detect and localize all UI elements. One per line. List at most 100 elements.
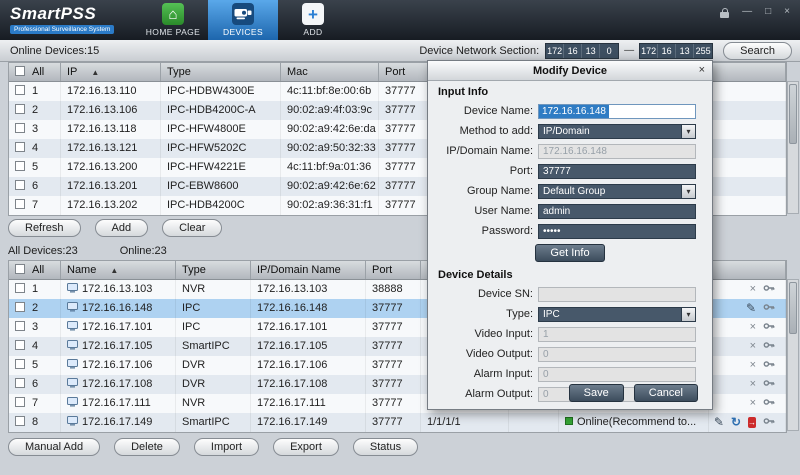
- row-checkbox[interactable]: [15, 104, 25, 114]
- key-icon[interactable]: [763, 358, 775, 373]
- header-select-all[interactable]: All: [9, 63, 61, 81]
- online-status-icon: [565, 417, 573, 425]
- device-name-input[interactable]: 172.16.16.148: [538, 104, 696, 119]
- ip-octet-input[interactable]: 172: [546, 44, 564, 58]
- delete-device-icon[interactable]: ×: [750, 322, 756, 333]
- refresh-device-icon[interactable]: ↻: [731, 417, 741, 428]
- method-to-add-select[interactable]: IP/Domain ▾: [538, 124, 696, 139]
- logout-device-icon[interactable]: →: [748, 417, 756, 428]
- table-row[interactable]: 8 172.16.17.149 SmartIPC 172.16.17.149 3…: [9, 413, 786, 432]
- key-icon[interactable]: [763, 339, 775, 354]
- devices-table-scrollbar[interactable]: [787, 279, 799, 431]
- import-button[interactable]: Import: [194, 438, 259, 456]
- chevron-down-icon: ▾: [681, 185, 695, 198]
- row-checkbox[interactable]: [15, 416, 25, 426]
- online-table-scrollbar[interactable]: [787, 81, 799, 214]
- header-port[interactable]: Port: [366, 261, 421, 279]
- row-checkbox[interactable]: [15, 180, 25, 190]
- key-icon[interactable]: [763, 415, 775, 430]
- scrollbar-thumb[interactable]: [789, 84, 797, 144]
- chevron-down-icon: ▾: [681, 125, 695, 138]
- select-all-checkbox[interactable]: [15, 264, 25, 274]
- delete-device-icon[interactable]: ×: [750, 398, 756, 409]
- export-button[interactable]: Export: [273, 438, 339, 456]
- header-ip[interactable]: IP▲: [61, 63, 161, 81]
- tab-devices[interactable]: DEVICES: [208, 0, 278, 40]
- ip-range-separator: —: [624, 45, 634, 56]
- header-select-all[interactable]: All: [9, 261, 61, 279]
- ip-octet-input[interactable]: 0: [600, 44, 618, 58]
- row-checkbox[interactable]: [15, 397, 25, 407]
- alarm-input-field: 0: [538, 367, 696, 382]
- status-button[interactable]: Status: [353, 438, 418, 456]
- header-name[interactable]: Name▲: [61, 261, 176, 279]
- delete-device-icon[interactable]: ×: [750, 341, 756, 352]
- tab-home-page[interactable]: ⌂ HOME PAGE: [138, 0, 208, 40]
- row-checkbox[interactable]: [15, 302, 25, 312]
- header-type[interactable]: Type: [176, 261, 251, 279]
- key-icon[interactable]: [763, 320, 775, 335]
- refresh-button[interactable]: Refresh: [8, 219, 81, 237]
- field-method: Method to add: IP/Domain ▾: [428, 121, 712, 141]
- dialog-close-icon[interactable]: ×: [699, 64, 705, 76]
- ip-octet-input[interactable]: 13: [676, 44, 694, 58]
- get-info-button[interactable]: Get Info: [535, 244, 604, 262]
- delete-device-icon[interactable]: ×: [750, 379, 756, 390]
- row-checkbox[interactable]: [15, 161, 25, 171]
- clear-button[interactable]: Clear: [162, 219, 222, 237]
- delete-device-icon[interactable]: ×: [750, 360, 756, 371]
- row-operations: ×: [709, 356, 786, 375]
- type-select[interactable]: IPC ▾: [538, 307, 696, 322]
- row-operations: ✎: [709, 299, 786, 318]
- device-counts: All Devices:23 Online:23: [8, 245, 167, 257]
- scrollbar-thumb[interactable]: [789, 282, 797, 334]
- ip-octet-input[interactable]: 255: [694, 44, 712, 58]
- port-input[interactable]: 37777: [538, 164, 696, 179]
- group-name-select[interactable]: Default Group ▾: [538, 184, 696, 199]
- maximize-icon[interactable]: □: [765, 7, 771, 17]
- delete-button[interactable]: Delete: [114, 438, 180, 456]
- header-ip-domain[interactable]: IP/Domain Name: [251, 261, 366, 279]
- row-checkbox[interactable]: [15, 142, 25, 152]
- edit-device-icon[interactable]: ✎: [746, 303, 756, 314]
- ip-octet-input[interactable]: 172: [640, 44, 658, 58]
- row-checkbox[interactable]: [15, 359, 25, 369]
- save-button[interactable]: Save: [569, 384, 624, 402]
- device-icon: [67, 300, 78, 318]
- key-icon[interactable]: [763, 282, 775, 297]
- row-checkbox[interactable]: [15, 85, 25, 95]
- header-mac[interactable]: Mac: [281, 63, 379, 81]
- tab-add[interactable]: + ADD: [278, 0, 348, 40]
- add-button[interactable]: Add: [95, 219, 149, 237]
- header-operation: [709, 261, 786, 279]
- field-ip-domain: IP/Domain Name: 172.16.16.148: [428, 141, 712, 161]
- user-name-input[interactable]: admin: [538, 204, 696, 219]
- lock-icon[interactable]: [720, 12, 729, 18]
- row-checkbox[interactable]: [15, 340, 25, 350]
- manual-add-button[interactable]: Manual Add: [8, 438, 100, 456]
- row-checkbox[interactable]: [15, 199, 25, 209]
- edit-device-icon[interactable]: ✎: [714, 417, 724, 428]
- ip-octet-input[interactable]: 13: [582, 44, 600, 58]
- ip-octet-input[interactable]: 16: [564, 44, 582, 58]
- ip-octet-input[interactable]: 16: [658, 44, 676, 58]
- field-type: Type: IPC ▾: [428, 304, 712, 324]
- row-checkbox[interactable]: [15, 378, 25, 388]
- minimize-icon[interactable]: —: [742, 7, 752, 17]
- cancel-button[interactable]: Cancel: [634, 384, 698, 402]
- key-icon[interactable]: [763, 377, 775, 392]
- online-devices-count: Online Devices:15: [10, 45, 99, 57]
- header-type[interactable]: Type: [161, 63, 281, 81]
- select-all-checkbox[interactable]: [15, 66, 25, 76]
- delete-device-icon[interactable]: ×: [750, 284, 756, 295]
- close-icon[interactable]: ×: [784, 7, 790, 17]
- password-input[interactable]: •••••: [538, 224, 696, 239]
- row-operations: ✎ ↻ →: [709, 413, 786, 432]
- row-checkbox[interactable]: [15, 321, 25, 331]
- row-checkbox[interactable]: [15, 123, 25, 133]
- search-button[interactable]: Search: [723, 42, 792, 60]
- key-icon[interactable]: [763, 301, 775, 316]
- key-icon[interactable]: [763, 396, 775, 411]
- row-checkbox[interactable]: [15, 283, 25, 293]
- field-device-sn: Device SN:: [428, 284, 712, 304]
